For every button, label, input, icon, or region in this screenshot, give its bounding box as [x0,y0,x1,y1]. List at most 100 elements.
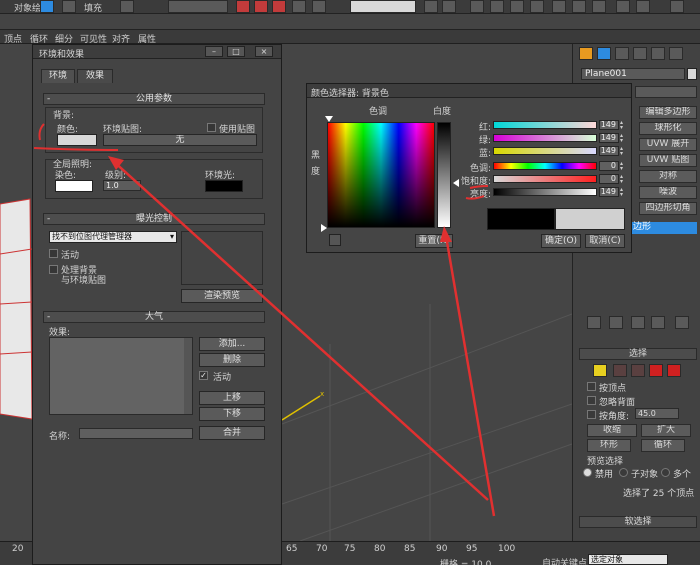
sub-object-radio[interactable] [619,468,628,477]
blue-input[interactable]: 149 [599,146,619,156]
tint-color-swatch[interactable] [55,180,93,192]
ring-button[interactable]: 环形 [587,439,631,452]
ok-button[interactable]: 确定(O) [541,234,581,248]
render-setup-icon[interactable] [552,0,566,13]
modifier-uvw-map[interactable]: UVW 贴图 [639,154,697,167]
blackness-pointer-icon[interactable] [321,224,327,232]
effects-list-scrollbar[interactable] [184,338,192,414]
configure-sets-icon[interactable] [675,316,689,329]
render-frame-icon[interactable] [572,0,586,13]
move-up-button[interactable]: 上移 [199,391,265,405]
soft-selection-rollout-header[interactable]: 软选择 [579,516,697,528]
by-angle-checkbox[interactable] [587,410,596,419]
hue-slider[interactable] [493,162,597,170]
shrink-button[interactable]: 收缩 [587,424,637,437]
show-end-result-icon[interactable] [609,316,623,329]
saturation-slider[interactable] [493,175,597,183]
value-slider[interactable] [493,188,597,196]
render-type-icon[interactable] [616,0,630,13]
remove-modifier-icon[interactable] [651,316,665,329]
background-color-swatch[interactable] [57,134,97,146]
exposure-active-checkbox[interactable] [49,249,58,258]
align-icon[interactable] [442,0,456,13]
pin-stack-icon[interactable] [587,316,601,329]
minimize-icon[interactable]: – [205,46,223,57]
add-button[interactable]: 添加... [199,337,265,351]
green-slider[interactable] [493,134,597,142]
modifier-spherify[interactable]: 球形化 [639,122,697,135]
polygon-mode-icon[interactable] [649,364,663,377]
layer-icon[interactable] [470,0,484,13]
modifier-stack-selected[interactable]: 边形 [629,222,697,234]
effect-name-field[interactable] [79,428,193,439]
schematic-icon[interactable] [510,0,524,13]
ambient-color-swatch[interactable] [205,180,243,192]
named-selection-icon[interactable] [312,0,326,13]
value-spinner-icon[interactable]: ▴ ▾ [620,187,626,198]
snap-icon[interactable] [236,0,250,13]
vertex-mode-icon[interactable] [593,364,607,377]
selection-rollout-header[interactable]: 选择 [579,348,697,360]
curve-editor-icon[interactable] [490,0,504,13]
make-unique-icon[interactable] [631,316,645,329]
red-spinner-icon[interactable]: ▴ ▾ [620,120,626,131]
hue-input[interactable]: 0 [599,161,619,171]
red-input[interactable]: 149 [599,120,619,130]
modifier-quad-chamfer[interactable]: 四边形切角 [639,202,697,215]
modifier-edit-poly[interactable]: 编辑多边形 [639,106,697,119]
close-icon[interactable]: × [255,46,273,57]
toolbar-extra-icon[interactable] [670,0,684,13]
percent-snap-icon[interactable] [272,0,286,13]
selected-objects-dropdown[interactable]: 选定对象 [588,554,668,565]
object-color-swatch[interactable] [687,68,697,80]
use-map-checkbox[interactable] [207,123,216,132]
process-bg-checkbox[interactable] [49,265,58,274]
named-selection-field[interactable] [350,0,416,13]
material-editor-icon[interactable] [530,0,544,13]
env-dialog-titlebar[interactable]: 环境和效果 – □ × [33,45,281,60]
tab-effects[interactable]: 效果 [77,69,113,83]
eyedropper-icon[interactable] [329,234,341,246]
by-vertex-checkbox[interactable] [587,382,596,391]
green-input[interactable]: 149 [599,133,619,143]
angle-input[interactable]: 45.0 [635,408,679,419]
saturation-spinner-icon[interactable]: ▴ ▾ [620,174,626,185]
exposure-dropdown[interactable]: 找不到位图代理管理器 ▾ [49,231,177,243]
value-input[interactable]: 149 [599,187,619,197]
whiteness-bar[interactable] [437,122,451,228]
hue-spinner-icon[interactable]: ▴ ▾ [620,161,626,172]
element-mode-icon[interactable] [667,364,681,377]
create-tab-icon[interactable] [579,47,593,60]
cancel-button[interactable]: 取消(C) [585,234,625,248]
green-spinner-icon[interactable]: ▴ ▾ [620,133,626,144]
auto-key-label[interactable]: 自动关键点 [542,556,587,565]
maximize-icon[interactable]: □ [227,46,245,57]
render-icon[interactable] [592,0,606,13]
angle-snap-icon[interactable] [254,0,268,13]
level-input[interactable]: 1.0 [103,180,141,191]
disable-radio[interactable] [583,468,592,477]
select-icon[interactable] [40,0,54,13]
modify-tab-icon[interactable] [597,47,611,60]
edge-mode-icon[interactable] [613,364,627,377]
multi-radio[interactable] [661,468,670,477]
red-slider[interactable] [493,121,597,129]
merge-button[interactable]: 合并 [199,426,265,440]
render-preview-button[interactable]: 渲染预览 [181,289,263,303]
hue-blackness-box[interactable] [327,122,435,228]
saturation-input[interactable]: 0 [599,174,619,184]
hierarchy-tab-icon[interactable] [615,47,629,60]
display-tab-icon[interactable] [651,47,665,60]
blue-slider[interactable] [493,147,597,155]
dropdown-icon[interactable] [120,0,134,13]
color-picker-titlebar[interactable]: 颜色选择器: 背景色 [307,84,631,99]
move-down-button[interactable]: 下移 [199,407,265,421]
view-dropdown[interactable] [168,0,228,13]
blue-spinner-icon[interactable]: ▴ ▾ [620,146,626,157]
reset-button[interactable]: 重置(R) [415,234,453,248]
modifier-symmetry[interactable]: 对称 [639,170,697,183]
spinner-snap-icon[interactable] [292,0,306,13]
ignore-backface-checkbox[interactable] [587,396,596,405]
modifier-list-dropdown[interactable] [635,86,697,98]
loop-button[interactable]: 循环 [641,439,685,452]
